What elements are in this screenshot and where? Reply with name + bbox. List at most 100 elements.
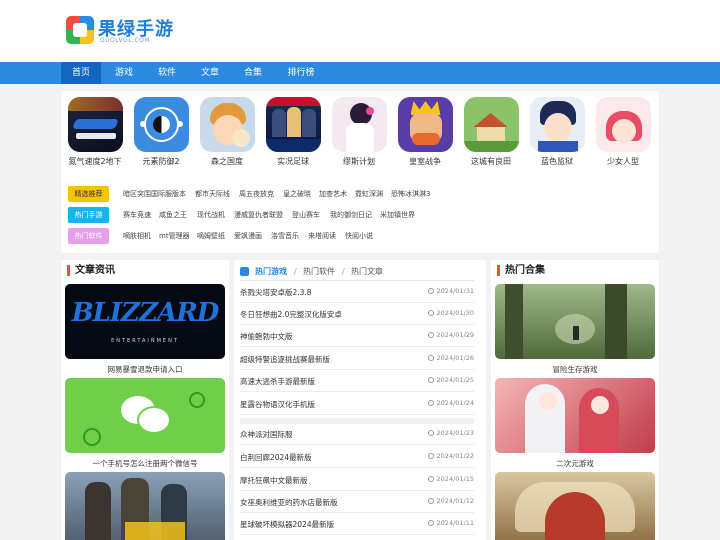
tag-link[interactable]: 现代战机 xyxy=(197,207,225,223)
app-tile[interactable]: 蓝色监狱 xyxy=(527,97,587,167)
app-tile[interactable]: 森之国度 xyxy=(197,97,257,167)
racing-game-icon xyxy=(67,97,123,152)
collection-card[interactable]: 冒险生存游戏 xyxy=(495,284,655,375)
tag-link[interactable]: 漫威复仇者联盟 xyxy=(234,207,283,223)
app-tile[interactable]: 实况足球 xyxy=(263,97,323,167)
app-tile[interactable]: 元素防御2 xyxy=(131,97,191,167)
clock-icon xyxy=(427,476,434,482)
tag-link[interactable]: 暗区突围国际服版本 xyxy=(123,186,186,202)
tag-link[interactable]: 恐怖冰淇淋3 xyxy=(391,186,430,202)
item-date: 2024/01/25 xyxy=(427,376,474,384)
anime-girl-icon xyxy=(595,97,651,152)
item-title: 星露谷物语汉化手机版 xyxy=(240,400,315,409)
tag-link[interactable]: mt管理器 xyxy=(159,228,190,244)
list-item[interactable]: 摩托狂飙中文最新版 2024/01/15 xyxy=(240,469,474,491)
item-title: 超级特警追逐挑战赛最新版 xyxy=(240,355,330,364)
item-date: 2024/01/29 xyxy=(427,331,474,339)
tag-link[interactable]: 洛雪音乐 xyxy=(271,228,299,244)
app-name: 缪斯计划 xyxy=(343,157,375,166)
nav-item-articles[interactable]: 文章 xyxy=(191,62,229,84)
item-title: 摩托狂飙中文最新版 xyxy=(240,476,308,485)
tag-link[interactable]: 周五夜放克 xyxy=(239,186,274,202)
app-tile[interactable]: 缪斯计划 xyxy=(329,97,389,167)
item-title: 白荆回廊2024最新版 xyxy=(240,453,312,462)
tab-separator: / xyxy=(342,267,345,276)
tag-link[interactable]: 嘀肤相机 xyxy=(123,228,151,244)
list-item[interactable]: 神偷鲍勃中文版 2024/01/29 xyxy=(240,325,474,347)
list-item[interactable]: 星露谷物语汉化手机版 2024/01/24 xyxy=(240,393,474,415)
item-date: 2024/01/26 xyxy=(427,354,474,362)
muse-plan-icon xyxy=(331,97,387,152)
list-item[interactable]: 白荆回廊2024最新版 2024/01/22 xyxy=(240,446,474,468)
clock-icon xyxy=(427,498,434,504)
site-header: 果绿手游 GUOLVGL.COM xyxy=(0,0,720,62)
tag-link[interactable]: 登山赛车 xyxy=(292,207,320,223)
nav-item-collections[interactable]: 合集 xyxy=(234,62,272,84)
collection-card[interactable]: 二次元游戏 xyxy=(495,378,655,469)
tag-link[interactable]: 都市天际线 xyxy=(195,186,230,202)
anime-boy-icon xyxy=(199,97,255,152)
tab-hot-software[interactable]: 热门软件 xyxy=(303,266,335,278)
tab-hot-games[interactable]: 热门游戏 xyxy=(255,266,287,278)
list-item[interactable]: 高速大逃杀手游最新版 2024/01/25 xyxy=(240,370,474,392)
list-item[interactable]: 众神派对国际服 2024/01/23 xyxy=(240,423,474,445)
tag-link[interactable]: 快阅小说 xyxy=(345,228,373,244)
item-title: 冬日狂想曲2.0完整汉化版安卓 xyxy=(240,310,342,319)
clock-icon xyxy=(427,310,434,316)
tag-link[interactable]: 来塔阅读 xyxy=(308,228,336,244)
tag-link[interactable]: 嘀姆壁纸 xyxy=(197,228,225,244)
tag-featured[interactable]: 精选推荐 xyxy=(68,186,109,202)
articles-panel: 文章资讯 BLIZZARD ENTERTAINMENT 网易暴雪退款申请入口 一… xyxy=(61,260,229,540)
main-nav: 首页 游戏 软件 文章 合集 排行榜 xyxy=(0,62,720,84)
tag-link[interactable]: 米加镇世界 xyxy=(380,207,415,223)
tag-hot-games[interactable]: 热门手游 xyxy=(68,207,109,223)
item-title: 众神派对国际服 xyxy=(240,430,293,439)
clock-icon xyxy=(427,377,434,383)
tag-link[interactable]: 赛车竞速 xyxy=(123,207,151,223)
tag-link[interactable]: 爱飒漫画 xyxy=(234,228,262,244)
blizzard-image: BLIZZARD ENTERTAINMENT xyxy=(65,284,225,359)
item-date: 2024/01/24 xyxy=(427,399,474,407)
list-item[interactable]: 冬日狂想曲2.0完整汉化版安卓 2024/01/30 xyxy=(240,303,474,325)
site-logo[interactable]: 果绿手游 GUOLVGL.COM xyxy=(66,15,196,47)
item-date: 2024/01/12 xyxy=(427,497,474,505)
article-card[interactable]: 一个手机号怎么注册两个微信号 xyxy=(65,378,225,469)
app-tile[interactable]: 皇室战争 xyxy=(395,97,455,167)
clock-icon xyxy=(427,355,434,361)
item-title: 神偷鲍勃中文版 xyxy=(240,332,293,341)
item-title: 星球破坏模拟器2024最新版 xyxy=(240,520,335,529)
nav-item-rankings[interactable]: 排行榜 xyxy=(280,62,322,84)
item-title: 女巫奥利维亚的药水店最新版 xyxy=(240,498,338,507)
tag-link[interactable]: 皇之破晓 xyxy=(283,186,311,202)
app-tile[interactable]: 这城有良田 xyxy=(461,97,521,167)
app-name: 蓝色监狱 xyxy=(541,157,573,166)
collection-card[interactable] xyxy=(495,472,655,540)
list-item[interactable]: 杀戮尖塔安卓版2.3.8 2024/01/31 xyxy=(240,281,474,303)
article-caption: 网易暴雪退款申请入口 xyxy=(107,365,183,374)
hot-lists-panel: 热门游戏 / 热门软件 / 热门文章 杀戮尖塔安卓版2.3.8 2024/01/… xyxy=(234,260,486,540)
tab-separator: / xyxy=(294,267,297,276)
item-date: 2024/01/23 xyxy=(427,429,474,437)
list-item[interactable]: 星球破坏模拟器2024最新版 2024/01/11 xyxy=(240,513,474,535)
list-item[interactable]: 超级特警追逐挑战赛最新版 2024/01/26 xyxy=(240,348,474,370)
tag-link[interactable]: 霓虹深渊 xyxy=(355,186,383,202)
tag-hot-software[interactable]: 热门软件 xyxy=(68,228,109,244)
football-game-icon xyxy=(265,97,321,152)
article-card[interactable]: BLIZZARD ENTERTAINMENT 网易暴雪退款申请入口 xyxy=(65,284,225,375)
tag-link[interactable]: 加查艺术 xyxy=(319,186,347,202)
app-tile[interactable]: 少女人型 xyxy=(593,97,653,167)
tag-link[interactable]: 我的御剑日记 xyxy=(330,207,372,223)
tab-hot-articles[interactable]: 热门文章 xyxy=(351,266,383,278)
app-name: 实况足球 xyxy=(277,157,309,166)
logo-icon xyxy=(66,16,94,44)
app-name: 这城有良田 xyxy=(471,157,511,166)
tag-link[interactable]: 咸鱼之王 xyxy=(159,207,187,223)
nav-item-software[interactable]: 软件 xyxy=(148,62,186,84)
article-card[interactable] xyxy=(65,472,225,540)
app-tile[interactable]: 氮气速度2地下 xyxy=(65,97,125,167)
nav-item-games[interactable]: 游戏 xyxy=(105,62,143,84)
clock-icon xyxy=(427,332,434,338)
list-item[interactable]: 女巫奥利维亚的药水店最新版 2024/01/12 xyxy=(240,491,474,513)
app-name: 元素防御2 xyxy=(142,157,180,166)
nav-item-home[interactable]: 首页 xyxy=(61,62,101,84)
